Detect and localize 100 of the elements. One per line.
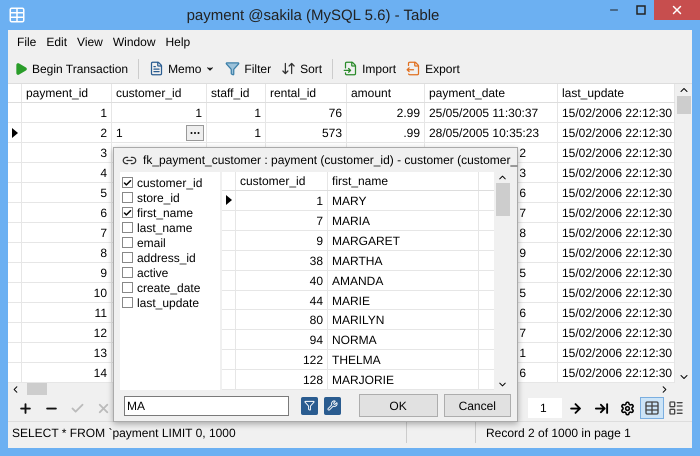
field-label: create_date [137,280,200,294]
table-cell: 5 [519,286,526,302]
toolbar-button[interactable]: Begin Transaction [10,60,132,78]
field-label: address_id [137,250,196,264]
checkbox[interactable] [122,297,133,308]
table-cell: 25/05/2005 11:30:37 [429,106,538,122]
table-cell: 1 [316,194,323,210]
table-cell: 6 [100,206,107,222]
checkbox[interactable] [122,192,133,203]
table-cell: 8 [100,246,107,262]
table-cell: MARILYN [332,313,384,330]
play-icon [14,62,28,76]
next-page-icon[interactable] [568,400,582,416]
toolbar-button[interactable]: Import [339,59,400,78]
table-cell: 2 [519,146,526,162]
table-cell: 15/02/2006 22:12:30 [562,266,672,282]
table-cell: 1 [254,126,261,142]
column-header[interactable]: payment_date [425,84,558,102]
table-cell: 15/02/2006 22:12:30 [562,166,672,182]
scrollbar-thumb[interactable] [27,383,47,395]
maximize-icon [636,5,646,15]
column-header[interactable]: payment_id [22,84,112,102]
menu-item[interactable]: Edit [41,35,72,49]
table-cell: 3 [100,146,107,162]
menu-item[interactable]: Help [160,35,196,49]
checkbox[interactable] [122,267,133,278]
toolbar-button[interactable]: Memo [145,59,220,78]
filter-button[interactable] [300,396,318,414]
checkbox[interactable] [122,222,133,233]
close-icon [670,3,684,17]
dialog-button[interactable]: Cancel [444,394,511,417]
table-cell: 9 [316,234,323,250]
toolbar-button[interactable]: Export [402,59,464,78]
close-button[interactable] [654,0,700,20]
table-cell: 6 [519,186,526,202]
table-cell: 44 [310,294,323,310]
table-cell: 28/05/2005 10:35:23 [429,126,540,142]
toolbar-button[interactable]: Sort [277,59,326,78]
table-cell: .99 [403,126,420,142]
dialog-button[interactable]: OK [358,394,438,417]
table-cell: 80 [310,313,323,330]
table-cell: 14 [94,366,107,382]
form-icon [668,400,684,416]
more-button[interactable] [186,124,204,140]
table-icon [8,6,26,24]
table-cell: 12 [94,326,107,342]
check-icon [123,178,132,188]
column-header[interactable]: rental_id [266,84,347,102]
table-cell: MARTHA [332,254,382,270]
menu-item[interactable]: Window [108,35,161,49]
table-cell: MARIA [332,214,370,230]
field-label: last_name [137,220,192,234]
field-label: store_id [137,190,180,204]
table-cell: 15/02/2006 22:12:30 [562,206,672,222]
table-cell: 8 [519,226,526,242]
add-icon[interactable] [18,400,32,416]
sort-icon [281,61,296,76]
checkbox[interactable] [122,207,133,218]
table-cell: 15/02/2006 22:12:30 [562,286,672,302]
table-cell: MARJORIE [332,373,394,390]
toolbar-button[interactable]: Filter [221,59,276,78]
scrollbar-thumb[interactable] [676,96,690,114]
last-page-icon[interactable] [594,400,608,416]
table-cell: 5 [519,266,526,282]
column-header[interactable]: customer_id [112,84,207,102]
checkbox[interactable] [122,237,133,248]
document-icon [149,61,164,76]
table-cell: 9 [100,266,107,282]
scrollbar-thumb[interactable] [496,183,510,216]
status-record: Record 2 of 1000 in page 1 [485,426,631,440]
settings-icon[interactable] [620,400,634,416]
column-header[interactable]: first_name [328,172,479,190]
menu-item[interactable]: File [12,35,42,49]
check-icon [123,208,132,218]
checkbox[interactable] [122,282,133,293]
table-cell: THELMA [332,353,381,370]
table-cell: 15/02/2006 22:12:30 [562,126,672,142]
table-cell: 15/02/2006 22:12:30 [562,366,672,382]
table-cell: 6 [519,306,526,322]
table-cell: 15/02/2006 22:12:30 [562,146,672,162]
column-header[interactable]: staff_id [207,84,266,102]
grid-view-button[interactable] [640,397,664,419]
grid-icon [644,400,660,416]
table-cell: 2 [100,126,107,142]
table-cell: 1 [195,106,202,122]
table-cell: MARY [332,194,366,210]
table-cell: 1 [519,346,526,362]
table-cell: MARGARET [332,234,400,250]
table-cell: 122 [302,353,323,370]
menu-item[interactable]: View [72,35,108,49]
page-field[interactable]: 1 [528,398,562,418]
table-cell: 7 [519,206,526,222]
checkbox[interactable] [122,177,133,188]
search-field[interactable]: MA [124,396,288,416]
column-header[interactable]: customer_id [236,172,328,190]
wrench-button[interactable] [324,396,341,414]
table-cell: 15/02/2006 22:12:30 [562,246,672,262]
table-cell: 7 [316,214,323,230]
column-header[interactable]: amount [347,84,425,102]
checkbox[interactable] [122,252,133,263]
